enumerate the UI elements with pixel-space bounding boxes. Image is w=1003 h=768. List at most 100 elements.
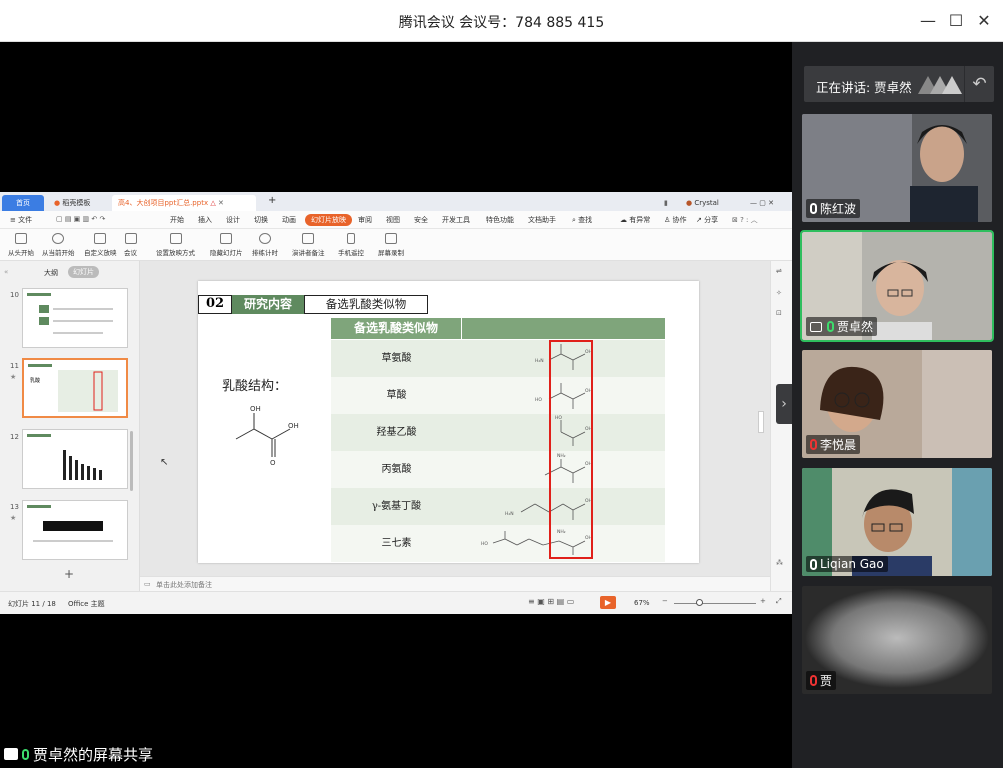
quick-access-icons[interactable]: ▢ ▤ ▣ ▥ ↶ ↷	[56, 215, 105, 223]
menu-review[interactable]: 审阅	[358, 215, 372, 225]
menu-search[interactable]: ⌕ 查找	[572, 215, 592, 225]
menu-developer[interactable]: 开发工具	[442, 215, 470, 225]
ribbon-from-start[interactable]: 从头开始	[8, 233, 34, 257]
table-row: γ-氨基丁酸 H₂N OH	[331, 488, 665, 525]
wps-tab-document[interactable]: 高4、大创项目ppt汇总.pptx △ ✕	[112, 195, 256, 211]
notes-bar[interactable]: ▭ 单击此处添加备注	[140, 576, 770, 591]
star-icon: ★	[10, 514, 17, 522]
thumbnail-scrollbar[interactable]	[130, 431, 133, 491]
participant-name: 贾	[820, 674, 833, 688]
add-slide-icon[interactable]: +	[64, 567, 74, 581]
notes-placeholder: 单击此处添加备注	[156, 581, 212, 589]
participant-name-tag: 贾卓然	[806, 317, 878, 336]
menu-animation[interactable]: 动画	[282, 215, 296, 225]
slide-thumbnail-selected[interactable]: 乳酸	[22, 358, 128, 418]
ribbon-custom-show[interactable]: 自定义放映	[84, 233, 117, 257]
menu-start[interactable]: 开始	[170, 215, 184, 225]
zoom-slider[interactable]	[674, 603, 756, 604]
participant-name: Liqian Gao	[820, 557, 884, 571]
video-tile[interactable]: 李悦晨	[802, 350, 992, 458]
participant-name-tag: 贾	[806, 671, 837, 690]
ribbon-screen-record[interactable]: 屏幕录制	[378, 233, 404, 257]
adjust-icon[interactable]: ⇌	[776, 267, 782, 275]
ribbon-setup-show[interactable]: 设置放映方式	[156, 233, 195, 257]
menu-insert[interactable]: 插入	[198, 215, 212, 225]
collapse-icon[interactable]: «	[4, 268, 8, 276]
menu-design[interactable]: 设计	[226, 215, 240, 225]
video-tile[interactable]: Liqian Gao	[802, 468, 992, 576]
menu-features[interactable]: 特色功能	[486, 215, 514, 225]
ribbon-from-current[interactable]: 从当前开始	[42, 233, 75, 257]
menu-slideshow[interactable]: 幻灯片放映	[305, 214, 352, 226]
wps-tab-bar: 首页 ● 稻壳模板 高4、大创项目ppt汇总.pptx △ ✕ + ▮ ● Cr…	[0, 192, 792, 211]
ribbon-speaker-notes[interactable]: 演讲者备注	[292, 233, 325, 257]
zoom-out-icon[interactable]: −	[662, 597, 668, 605]
status-bar: 幻灯片 11 / 18 Office 主题 ≡ ▣ ⊞ ▤ ▭ ▶ 67% − …	[0, 591, 792, 614]
view-mode-icons[interactable]: ≡ ▣ ⊞ ▤ ▭	[528, 597, 574, 606]
menu-security[interactable]: 安全	[414, 215, 428, 225]
tab-slides[interactable]: 幻灯片	[68, 266, 99, 278]
svg-text:HO: HO	[481, 541, 488, 547]
wps-tab-templates[interactable]: ● 稻壳模板	[48, 195, 108, 211]
video-tile[interactable]: 贾	[802, 586, 992, 694]
zoom-in-icon[interactable]: +	[760, 597, 766, 605]
menu-view[interactable]: 视图	[386, 215, 400, 225]
svg-text:乳酸: 乳酸	[30, 377, 40, 384]
add-tab-icon[interactable]: +	[262, 193, 282, 209]
projector-icon	[15, 233, 27, 244]
ribbon-phone-remote[interactable]: 手机遥控	[338, 233, 364, 257]
compound-name: 丙氨酸	[381, 464, 412, 475]
play-slideshow-button[interactable]: ▶	[600, 596, 616, 609]
menu-doc-assistant[interactable]: 文档助手	[528, 215, 556, 225]
play-icon	[52, 233, 65, 244]
ribbon-label: 设置放映方式	[156, 249, 195, 257]
minimize-icon[interactable]: —	[917, 10, 939, 32]
ribbon-label: 自定义放映	[84, 249, 117, 257]
participant-name: 贾卓然	[837, 320, 874, 334]
user-account[interactable]: ● Crystal	[680, 195, 725, 211]
ribbon-hide-slide[interactable]: 隐藏幻灯片	[210, 233, 243, 257]
slide-thumbnail[interactable]	[22, 500, 128, 560]
theme-name: Office 主题	[68, 600, 105, 608]
ribbon-rehearse[interactable]: 排练计时	[252, 233, 278, 257]
menu-file[interactable]: ≡ 文件	[10, 215, 32, 225]
menu-share[interactable]: ↗ 分享	[696, 215, 718, 225]
shape-icon[interactable]: ✧	[776, 289, 782, 297]
more-icons[interactable]: ⊠ ? : ︿	[732, 215, 758, 225]
slide-thumbnail[interactable]	[22, 288, 128, 348]
format-icon[interactable]: ⊡	[776, 309, 782, 317]
grid-icon[interactable]: ⁂	[776, 559, 783, 567]
video-tile-active[interactable]: 贾卓然	[800, 230, 994, 342]
video-tile[interactable]: 陈红波	[802, 114, 992, 222]
screen-share-icon	[810, 321, 822, 332]
mic-icon	[22, 748, 29, 760]
speaker-avatar-icon	[918, 76, 962, 94]
maximize-icon[interactable]: ☐	[945, 10, 967, 32]
collapse-sidebar-icon[interactable]: ›	[776, 384, 792, 424]
ribbon-meeting[interactable]: 会议	[124, 233, 137, 257]
svg-text:OH: OH	[250, 405, 261, 413]
hide-icon	[220, 233, 233, 244]
menu-transition[interactable]: 切换	[254, 215, 268, 225]
menu-label: 文件	[18, 216, 33, 224]
speaking-label: 正在讲话: 贾卓然	[816, 80, 912, 95]
tab-outline[interactable]: 大纲	[44, 268, 58, 278]
slide-thumbnail-panel: « 大纲 幻灯片 10 11 ★ 乳酸 12 13 ★ +	[0, 261, 140, 591]
ribbon-label: 从当前开始	[42, 249, 75, 257]
wps-tab-home[interactable]: 首页	[2, 195, 44, 211]
return-icon[interactable]: ↶	[964, 66, 994, 102]
slide-thumbnail[interactable]	[22, 429, 128, 489]
speaking-indicator: 正在讲话: 贾卓然 ↶	[804, 66, 994, 102]
canvas-scrollbar[interactable]	[758, 411, 764, 433]
fit-window-icon[interactable]: ⤢	[776, 597, 782, 606]
zoom-slider-handle[interactable]	[696, 599, 703, 606]
screen-share-icon	[4, 748, 18, 760]
close-icon[interactable]: ✕	[218, 199, 224, 207]
menu-anomaly[interactable]: ☁ 有异常	[620, 215, 650, 225]
window-controls[interactable]: — ▢ ✕	[744, 195, 780, 211]
svg-text:OH: OH	[288, 422, 299, 430]
menu-collab[interactable]: ♙ 协作	[664, 215, 687, 225]
ribbon-label: 演讲者备注	[292, 249, 325, 257]
close-icon[interactable]: ✕	[973, 10, 995, 32]
lactic-acid-label: 乳酸结构：	[222, 379, 288, 394]
